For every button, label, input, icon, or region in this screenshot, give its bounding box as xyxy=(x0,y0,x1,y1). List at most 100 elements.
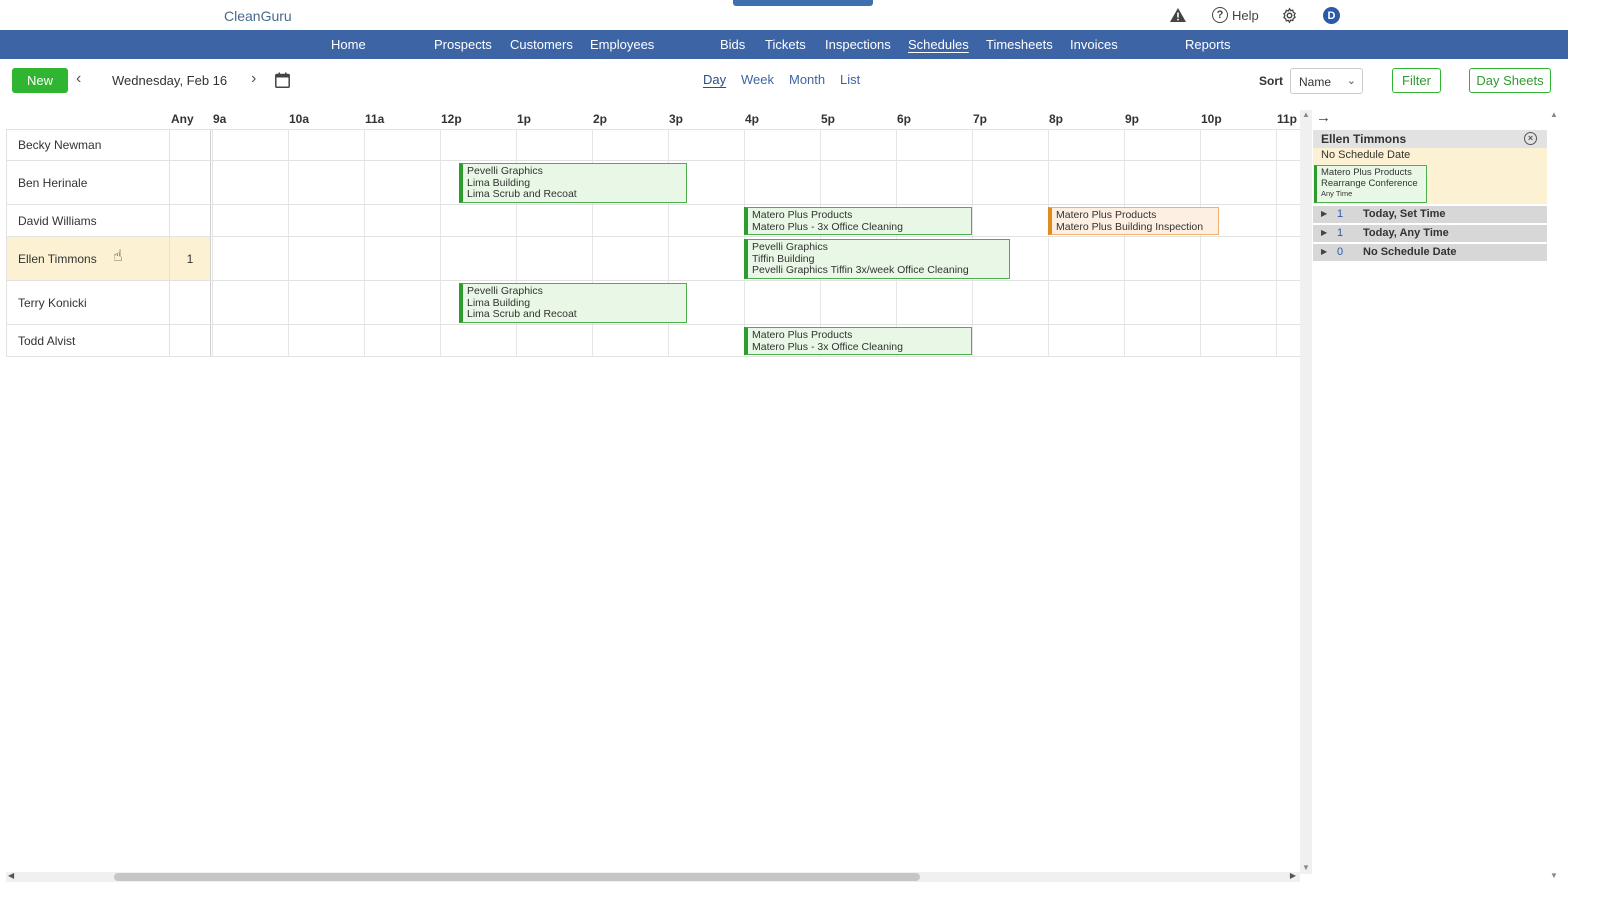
nav-employees[interactable]: Employees xyxy=(590,37,654,52)
hour-gridline xyxy=(744,161,745,204)
employee-row[interactable]: Ellen Timmons 1 xyxy=(6,237,1300,281)
hour-gridline xyxy=(212,237,213,280)
group-today-any-time[interactable]: ▶ 1 Today, Any Time xyxy=(1313,225,1547,242)
previous-day-icon[interactable]: ‹ xyxy=(76,70,81,88)
nav-tickets[interactable]: Tickets xyxy=(765,37,806,52)
nav-timesheets[interactable]: Timesheets xyxy=(986,37,1053,52)
nav-prospects[interactable]: Prospects xyxy=(434,37,492,52)
unscheduled-job-card[interactable]: Matero Plus Products Rearrange Conferenc… xyxy=(1314,165,1427,203)
sort-select[interactable]: Name ⌄ xyxy=(1290,68,1363,94)
help-icon: ? xyxy=(1212,7,1228,23)
hour-gridline xyxy=(516,325,517,356)
filter-button[interactable]: Filter xyxy=(1392,68,1441,93)
help-link[interactable]: ? Help xyxy=(1212,7,1259,23)
hour-gridline xyxy=(1200,161,1201,204)
scroll-left-icon[interactable]: ◀ xyxy=(8,871,14,880)
event-line: Lima Scrub and Recoat xyxy=(467,308,577,320)
nav-customers[interactable]: Customers xyxy=(510,37,573,52)
page-scroll-up-icon[interactable]: ▲ xyxy=(1550,110,1558,119)
nav-invoices[interactable]: Invoices xyxy=(1070,37,1118,52)
hour-gridline xyxy=(1276,205,1277,236)
any-time-count[interactable] xyxy=(170,161,211,204)
page-vertical-scrollbar[interactable]: ▲ ▼ xyxy=(1548,110,1560,880)
hour-gridline xyxy=(1276,130,1277,160)
gear-icon[interactable] xyxy=(1281,7,1298,24)
close-icon[interactable]: × xyxy=(1524,132,1537,145)
unscheduled-section: No Schedule Date Matero Plus Products Re… xyxy=(1313,148,1547,204)
employee-side-panel: Ellen Timmons × No Schedule Date Matero … xyxy=(1313,130,1547,261)
employee-name[interactable]: Todd Alvist xyxy=(6,325,170,356)
hour-gridline xyxy=(896,130,897,160)
scrollbar-thumb[interactable] xyxy=(114,873,920,881)
any-time-count[interactable] xyxy=(170,325,211,356)
hour-gridline xyxy=(288,281,289,324)
hour-gridline xyxy=(1200,237,1201,280)
nav-reports[interactable]: Reports xyxy=(1185,37,1231,52)
hour-gridline xyxy=(440,325,441,356)
unscheduled-label: No Schedule Date xyxy=(1321,149,1411,161)
warning-icon[interactable] xyxy=(1170,8,1186,22)
hour-gridline xyxy=(440,205,441,236)
nav-home[interactable]: Home xyxy=(331,37,366,52)
employee-name[interactable]: Terry Konicki xyxy=(6,281,170,324)
employee-name[interactable]: David Williams xyxy=(6,205,170,236)
schedule-event[interactable]: Pevelli Graphics Tiffin Building Pevelli G… xyxy=(744,239,1010,279)
nav-bids[interactable]: Bids xyxy=(720,37,745,52)
schedule-event[interactable]: Matero Plus Products Matero Plus Building… xyxy=(1048,207,1219,235)
employee-name[interactable]: Becky Newman xyxy=(6,130,170,160)
hour-gridline xyxy=(364,237,365,280)
hour-header: 10p xyxy=(1201,112,1222,126)
event-line: Matero Plus Products xyxy=(752,329,853,341)
employee-row[interactable]: Becky Newman xyxy=(6,129,1300,161)
expand-icon: ▶ xyxy=(1321,228,1328,237)
nav-inspections[interactable]: Inspections xyxy=(825,37,891,52)
schedule-event[interactable]: Pevelli Graphics Lima Building Lima Scrub … xyxy=(459,283,687,323)
collapse-panel-arrow-icon[interactable]: → xyxy=(1316,109,1331,126)
hour-gridline xyxy=(744,130,745,160)
hour-gridline xyxy=(1124,325,1125,356)
hand-cursor-icon: ☝ xyxy=(113,248,123,265)
calendar-icon[interactable] xyxy=(275,72,290,88)
group-today-set-time[interactable]: ▶ 1 Today, Set Time xyxy=(1313,206,1547,223)
hour-header: 5p xyxy=(821,112,836,126)
hour-gridline xyxy=(896,161,897,204)
employee-row[interactable]: Todd Alvist xyxy=(6,325,1300,357)
employee-name[interactable]: Ellen Timmons xyxy=(6,237,170,280)
any-time-count[interactable] xyxy=(170,130,211,160)
scroll-right-icon[interactable]: ▶ xyxy=(1290,871,1296,880)
grid-vertical-scrollbar[interactable]: ▲ ▼ xyxy=(1300,110,1312,874)
schedule-event[interactable]: Pevelli Graphics Lima Building Lima Scrub … xyxy=(459,163,687,203)
nav-schedules[interactable]: Schedules xyxy=(908,37,969,52)
chevron-down-icon: ⌄ xyxy=(1346,75,1356,87)
any-time-count[interactable] xyxy=(170,205,211,236)
employee-name[interactable]: Ben Herinale xyxy=(6,161,170,204)
group-no-schedule-date[interactable]: ▶ 0 No Schedule Date xyxy=(1313,244,1547,261)
hour-gridline xyxy=(1276,325,1277,356)
hour-gridline xyxy=(440,130,441,160)
new-button[interactable]: New xyxy=(12,68,68,93)
group-label: No Schedule Date xyxy=(1363,246,1457,258)
page-scroll-down-icon[interactable]: ▼ xyxy=(1550,871,1558,880)
next-day-icon[interactable]: › xyxy=(251,70,256,88)
schedule-event[interactable]: Matero Plus Products Matero Plus - 3x Off… xyxy=(744,207,972,235)
expand-icon: ▶ xyxy=(1321,209,1328,218)
schedule-event[interactable]: Matero Plus Products Matero Plus - 3x Off… xyxy=(744,327,972,355)
scroll-down-icon[interactable]: ▼ xyxy=(1302,863,1310,872)
tab-week[interactable]: Week xyxy=(741,72,774,87)
avatar[interactable]: D xyxy=(1323,7,1340,24)
card-time: Any Time xyxy=(1321,189,1353,198)
grid-horizontal-scrollbar[interactable]: ◀ ▶ xyxy=(6,871,1300,882)
any-time-count[interactable]: 1 xyxy=(170,237,211,280)
tab-list[interactable]: List xyxy=(840,72,860,87)
tab-month[interactable]: Month xyxy=(789,72,825,87)
hour-gridline xyxy=(212,325,213,356)
hour-gridline xyxy=(1276,161,1277,204)
tab-day[interactable]: Day xyxy=(703,72,726,87)
hour-gridline xyxy=(288,325,289,356)
scroll-up-icon[interactable]: ▲ xyxy=(1302,110,1310,119)
app-logo[interactable]: CleanGuru xyxy=(224,8,292,24)
hour-gridline xyxy=(668,205,669,236)
day-sheets-button[interactable]: Day Sheets xyxy=(1469,68,1551,93)
any-time-count[interactable] xyxy=(170,281,211,324)
hour-gridline xyxy=(820,130,821,160)
